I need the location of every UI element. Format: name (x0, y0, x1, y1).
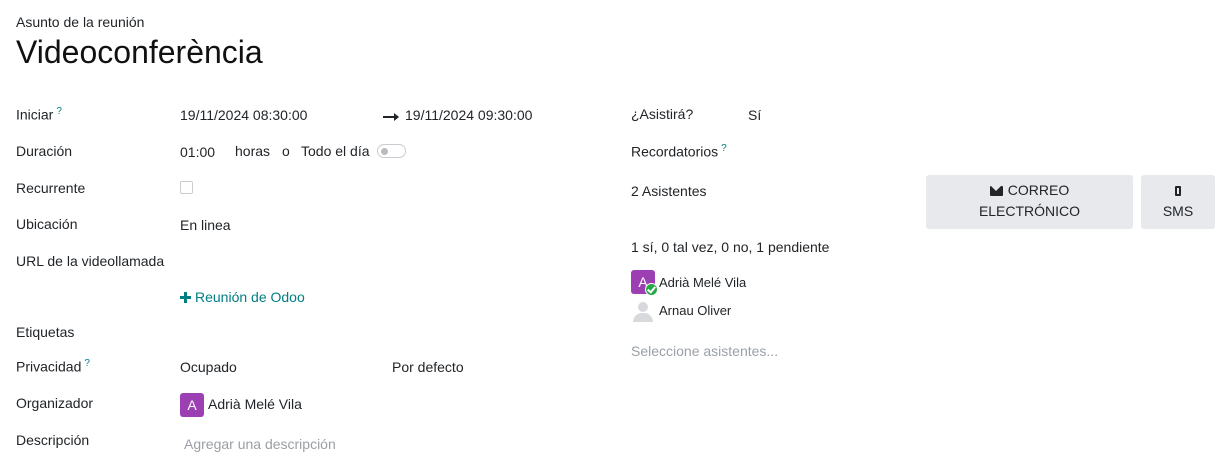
attendee-name[interactable]: Arnau Oliver (659, 303, 731, 318)
description-label: Descripción (16, 432, 90, 448)
location-field[interactable]: En linea (180, 217, 231, 233)
description-input[interactable]: Agregar una descripción (184, 436, 336, 452)
recurrent-label: Recurrente (16, 180, 86, 196)
location-label: Ubicación (16, 216, 78, 232)
start-datetime-field[interactable]: 19/11/2024 08:30:00 (180, 107, 307, 123)
end-datetime-field[interactable]: 19/11/2024 09:30:00 (405, 107, 532, 123)
start-label: Iniciar? (16, 106, 62, 123)
duration-unit: horas (235, 143, 271, 159)
video-url-label: URL de la videollamada (16, 253, 165, 269)
show-as-select[interactable]: Por defecto (392, 359, 464, 375)
attendees-count: 2 Asistentes (631, 183, 707, 199)
attendee-name[interactable]: Adrià Melé Vila (659, 275, 746, 290)
toggle-knob (381, 148, 388, 155)
select-attendees-input[interactable]: Seleccione asistentes... (631, 343, 778, 359)
subject-label: Asunto de la reunión (16, 14, 145, 30)
duration-field[interactable]: 01:00 (180, 144, 215, 160)
help-tooltip-icon[interactable]: ? (721, 143, 727, 154)
envelope-icon (989, 186, 1003, 196)
attend-select[interactable]: Sí (748, 107, 761, 123)
sms-button-label: SMS (1162, 203, 1194, 219)
privacy-label: Privacidad? (16, 358, 90, 375)
email-button-label-2: ELECTRÓNICO (978, 203, 1081, 219)
organizer-field[interactable]: Adrià Melé Vila (208, 396, 302, 412)
all-day-toggle[interactable] (377, 144, 406, 158)
organizer-label: Organizador (16, 395, 94, 411)
all-day-label: Todo el día (301, 143, 370, 159)
arrow-right-icon (383, 113, 399, 121)
plus-icon (180, 292, 191, 303)
recurrent-checkbox[interactable] (180, 181, 193, 194)
email-button[interactable]: CORREO ELECTRÓNICO (926, 175, 1133, 229)
help-tooltip-icon[interactable]: ? (84, 358, 90, 369)
duration-label: Duración (16, 143, 73, 159)
privacy-select[interactable]: Ocupado (180, 359, 237, 375)
sms-button[interactable]: SMS (1141, 175, 1215, 229)
odoo-meeting-link[interactable]: Reunión de Odoo (180, 289, 305, 305)
accepted-check-icon (645, 283, 658, 296)
default-user-avatar-icon (632, 300, 654, 322)
help-tooltip-icon[interactable]: ? (56, 106, 62, 117)
tags-label: Etiquetas (16, 324, 75, 340)
meeting-title-field[interactable]: Videoconferència (16, 34, 263, 71)
attendees-summary: 1 sí, 0 tal vez, 0 no, 1 pendiente (631, 239, 830, 255)
attend-label: ¿Asistirá? (631, 106, 694, 122)
email-button-label: CORREO (1007, 182, 1070, 198)
mobile-phone-icon (1175, 186, 1181, 196)
organizer-avatar: A (180, 393, 204, 417)
reminders-label: Recordatorios? (631, 143, 727, 160)
or-text: o (282, 143, 290, 159)
